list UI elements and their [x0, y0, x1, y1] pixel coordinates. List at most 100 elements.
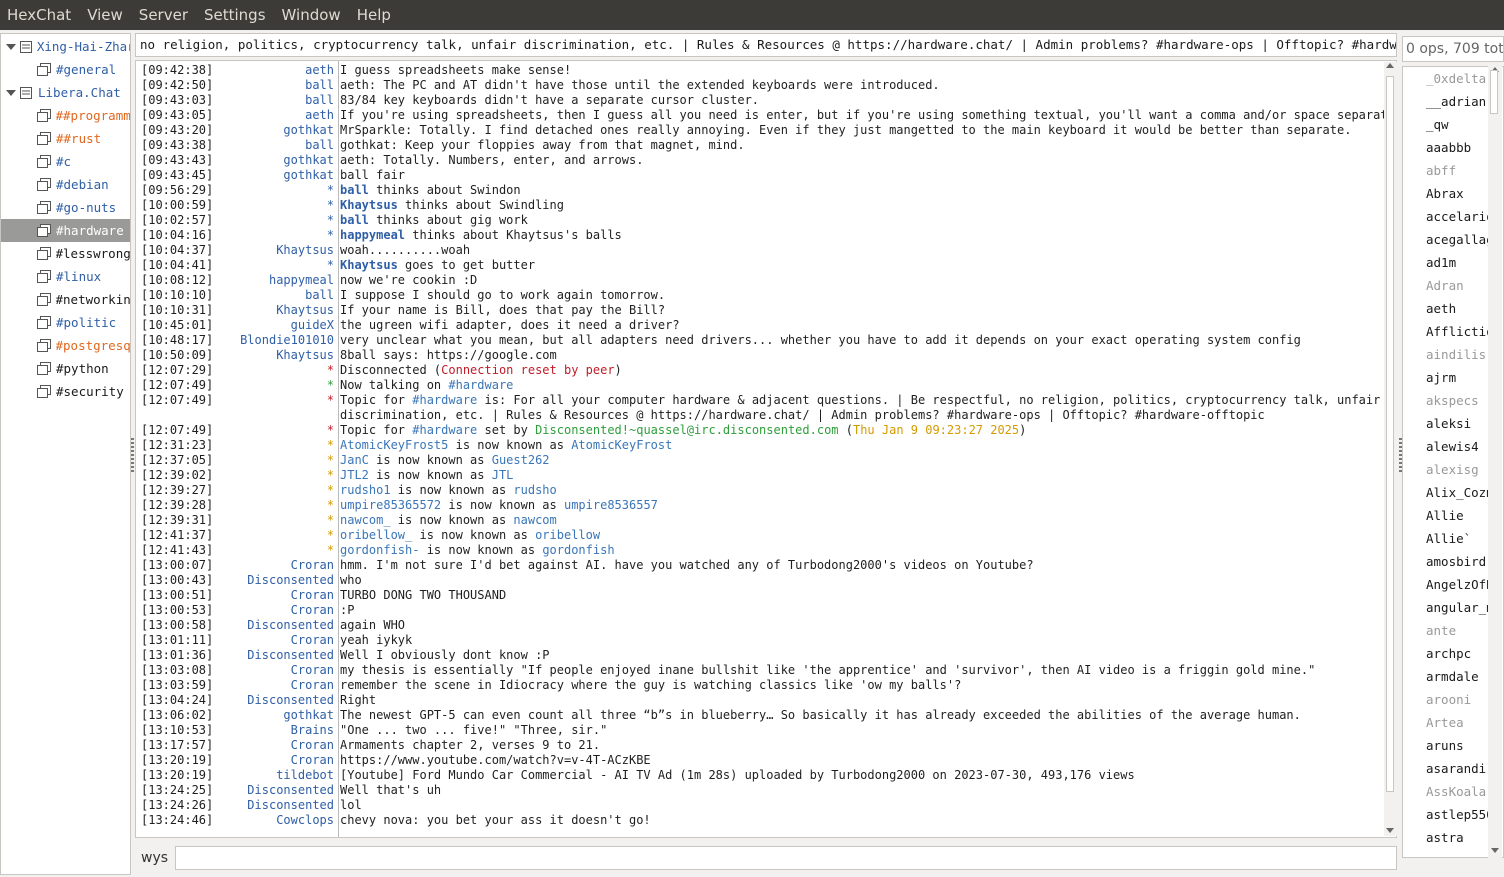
nick[interactable]: * — [214, 513, 334, 528]
nick[interactable]: * — [214, 183, 334, 198]
nick[interactable]: * — [214, 528, 334, 543]
channel-item[interactable]: #hardware — [1, 219, 130, 242]
nick[interactable]: gothkat — [214, 153, 334, 168]
nickname-button[interactable]: wys — [141, 850, 168, 866]
user-list-item[interactable]: armdale — [1426, 665, 1479, 688]
user-list-item[interactable]: aleksi — [1426, 412, 1471, 435]
nick[interactable]: * — [214, 363, 334, 378]
menu-help[interactable]: Help — [349, 0, 399, 30]
user-list-item[interactable]: __adrian — [1426, 90, 1486, 113]
nick[interactable]: guideX — [214, 318, 334, 333]
user-list-item[interactable]: acegallag — [1426, 228, 1494, 251]
user-list-item[interactable]: AssKoala — [1426, 780, 1486, 803]
nick[interactable]: ball — [214, 78, 334, 93]
nick[interactable]: Khaytsus — [214, 243, 334, 258]
nick[interactable]: Khaytsus — [214, 303, 334, 318]
chat-scroll-thumb[interactable] — [1386, 76, 1394, 792]
nick[interactable]: gothkat — [214, 708, 334, 723]
channel-item[interactable]: ##rust — [1, 127, 130, 150]
menu-settings[interactable]: Settings — [196, 0, 274, 30]
nick[interactable]: Croran — [214, 633, 334, 648]
channel-item[interactable]: #postgresq — [1, 334, 130, 357]
nick[interactable]: * — [214, 258, 334, 273]
user-list-item[interactable]: aindilis — [1426, 343, 1486, 366]
nick[interactable]: * — [214, 378, 334, 393]
user-list-item[interactable]: _qw — [1426, 113, 1449, 136]
nick[interactable]: Cowclops — [214, 813, 334, 828]
nick[interactable]: * — [214, 393, 334, 408]
nick[interactable]: * — [214, 423, 334, 438]
nick[interactable]: Disconsented — [214, 618, 334, 633]
nick[interactable]: Croran — [214, 738, 334, 753]
left-pane-grip[interactable] — [131, 438, 134, 474]
user-list-item[interactable]: astlep550 — [1426, 803, 1494, 826]
user-list-item[interactable]: _0xdelta — [1426, 67, 1486, 90]
menu-view[interactable]: View — [79, 0, 131, 30]
user-list-item[interactable]: archpc — [1426, 642, 1471, 665]
channel-item[interactable]: #python — [1, 357, 130, 380]
channel-item[interactable]: #go-nuts — [1, 196, 130, 219]
user-list-item[interactable]: astra — [1426, 826, 1464, 849]
expander-arrow-icon[interactable] — [5, 88, 16, 98]
nick[interactable]: tildebot — [214, 768, 334, 783]
server-item[interactable]: Libera.Chat — [1, 81, 130, 104]
nick[interactable]: Croran — [214, 663, 334, 678]
nick[interactable]: gothkat — [214, 123, 334, 138]
user-list-item[interactable]: Artea — [1426, 711, 1464, 734]
nick[interactable]: Disconsented — [214, 783, 334, 798]
chat-scroll-up-arrow-icon[interactable] — [1386, 63, 1394, 68]
user-list-item[interactable]: Abrax — [1426, 182, 1464, 205]
user-list-item[interactable]: arooni — [1426, 688, 1471, 711]
user-list-item[interactable]: akspecs — [1426, 389, 1479, 412]
nick[interactable]: * — [214, 198, 334, 213]
user-list-item[interactable]: amosbird — [1426, 550, 1486, 573]
channel-item[interactable]: #networkin — [1, 288, 130, 311]
menu-hexchat[interactable]: HexChat — [0, 0, 79, 30]
channel-item[interactable]: #debian — [1, 173, 130, 196]
nick[interactable]: aeth — [214, 108, 334, 123]
user-list-item[interactable]: AngelzOfD — [1426, 573, 1494, 596]
nick[interactable]: * — [214, 468, 334, 483]
nick[interactable]: happymeal — [214, 273, 334, 288]
nick[interactable]: * — [214, 543, 334, 558]
nick[interactable]: Brains — [214, 723, 334, 738]
nick[interactable]: ball — [214, 288, 334, 303]
nick[interactable]: * — [214, 498, 334, 513]
user-list-item[interactable]: Adran — [1426, 274, 1464, 297]
expander-arrow-icon[interactable] — [5, 42, 16, 52]
nick[interactable]: gothkat — [214, 168, 334, 183]
nick[interactable]: Croran — [214, 603, 334, 618]
nick[interactable]: Disconsented — [214, 693, 334, 708]
channel-item[interactable]: #politic — [1, 311, 130, 334]
user-list-item[interactable]: ante — [1426, 619, 1456, 642]
user-list-item[interactable]: alewis4 — [1426, 435, 1479, 458]
user-list-item[interactable]: alexisg — [1426, 458, 1479, 481]
nick[interactable]: Disconsented — [214, 648, 334, 663]
channel-item[interactable]: #lesswrong — [1, 242, 130, 265]
chat-scroll-down-arrow-icon[interactable] — [1386, 828, 1394, 833]
nick[interactable]: Khaytsus — [214, 348, 334, 363]
user-list-item[interactable]: aaabbb — [1426, 136, 1471, 159]
user-list-item[interactable]: angular_m — [1426, 596, 1494, 619]
channel-item[interactable]: #security — [1, 380, 130, 403]
channel-item[interactable]: #linux — [1, 265, 130, 288]
userlist-scroll-thumb[interactable] — [1490, 70, 1498, 114]
user-list-item[interactable]: Afflictio — [1426, 320, 1494, 343]
channel-item[interactable]: ##programm — [1, 104, 130, 127]
nick[interactable]: Blondie101010 — [214, 333, 334, 348]
nick[interactable]: * — [214, 438, 334, 453]
topic-bar[interactable]: no religion, politics, cryptocurrency ta… — [135, 33, 1397, 57]
menu-window[interactable]: Window — [274, 0, 349, 30]
nick[interactable]: * — [214, 213, 334, 228]
nick[interactable]: * — [214, 228, 334, 243]
user-list-item[interactable]: Allie — [1426, 504, 1464, 527]
user-list-item[interactable]: aeth — [1426, 297, 1456, 320]
nick[interactable]: Croran — [214, 558, 334, 573]
user-list-item[interactable]: accelario — [1426, 205, 1494, 228]
nick[interactable]: Disconsented — [214, 798, 334, 813]
nick[interactable]: aeth — [214, 63, 334, 78]
user-list-item[interactable]: ad1m — [1426, 251, 1456, 274]
nick[interactable]: Disconsented — [214, 573, 334, 588]
channel-item[interactable]: #general — [1, 58, 130, 81]
user-list-item[interactable]: Allie` — [1426, 527, 1471, 550]
